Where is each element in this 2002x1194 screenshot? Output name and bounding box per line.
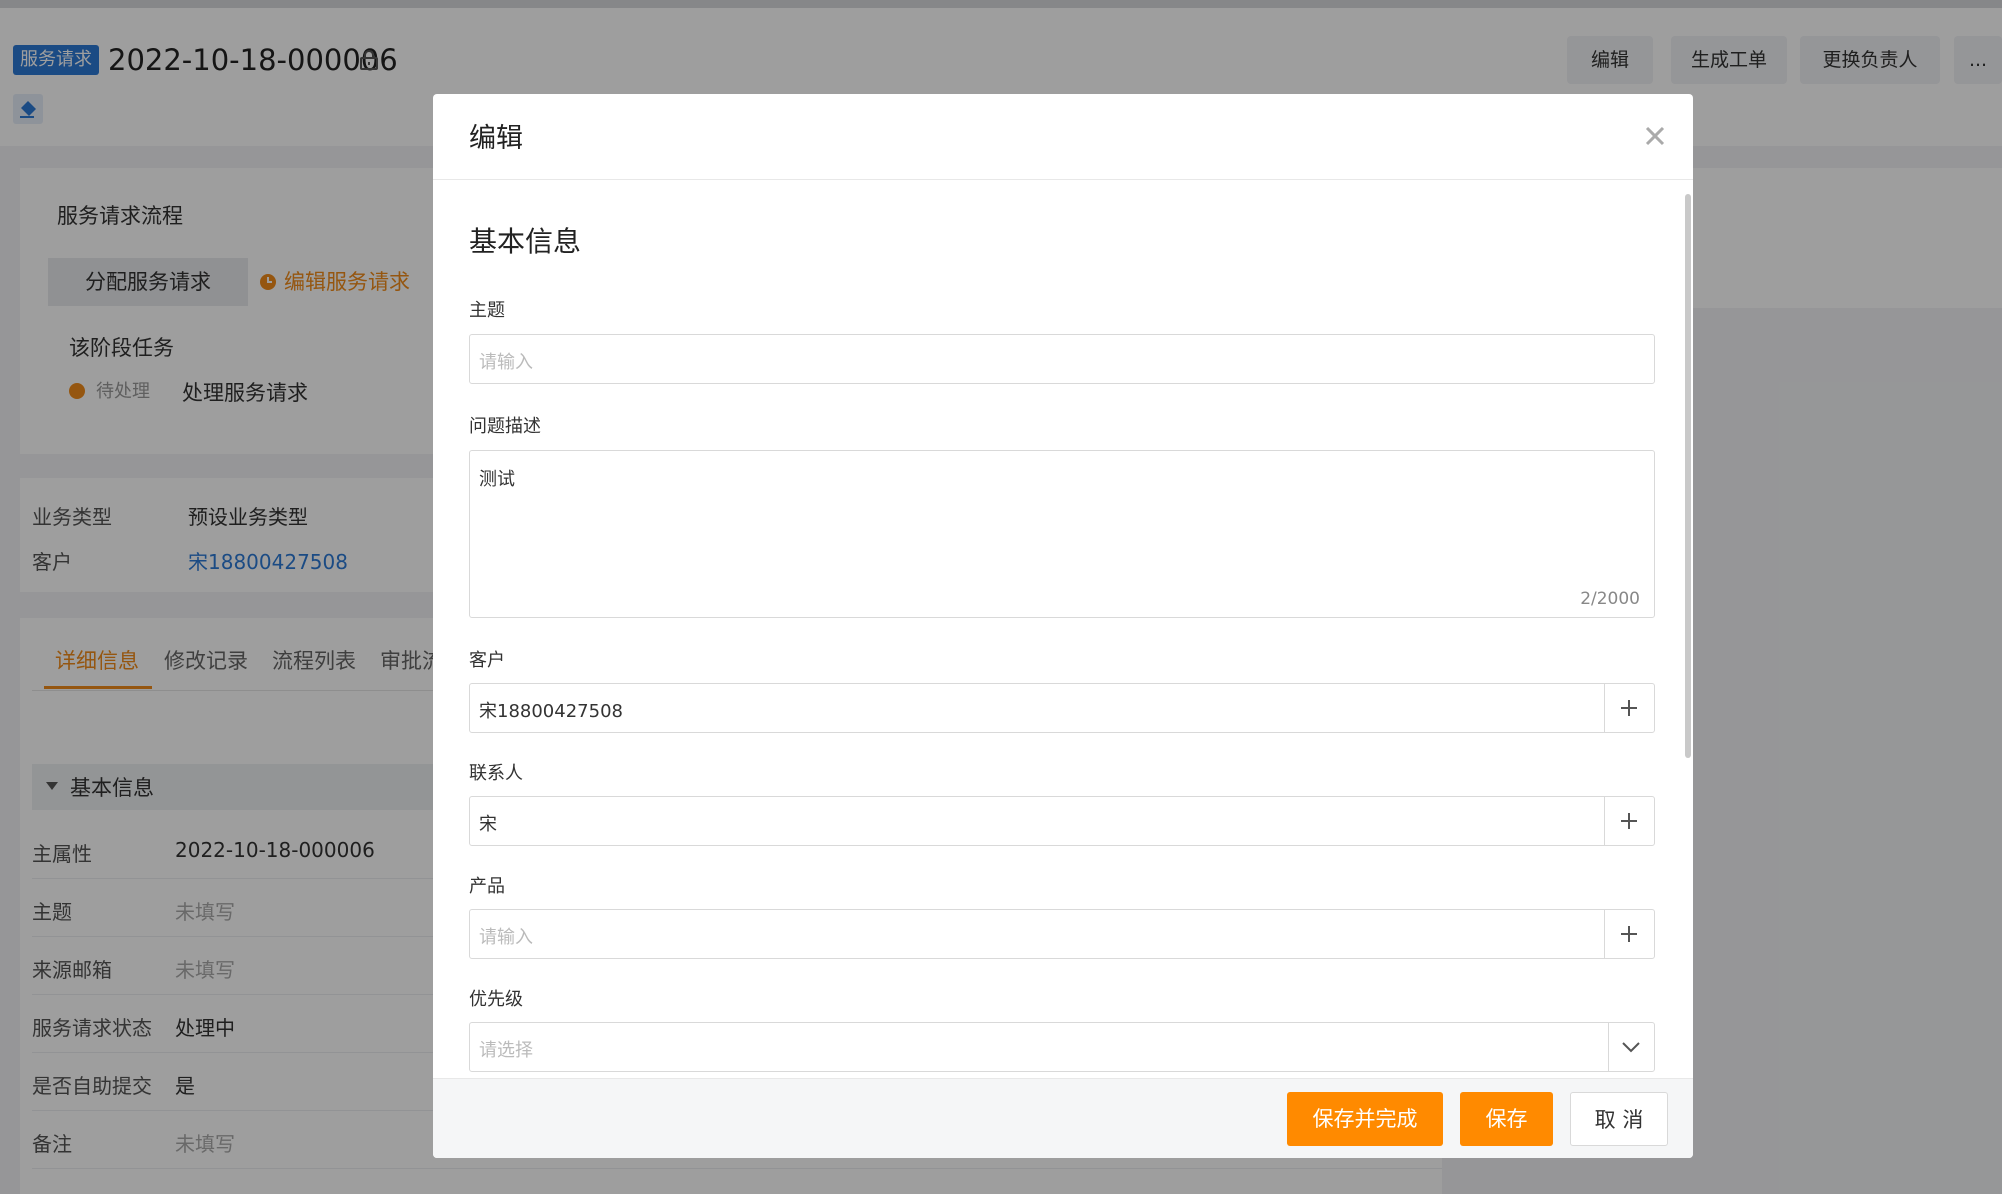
edit-modal: 编辑 基本信息 主题 请输入 问题描述 测试 2/2000 客户 宋188004… <box>433 94 1693 1158</box>
customer-field[interactable]: 宋18800427508 <box>469 683 1655 733</box>
description-value: 测试 <box>479 469 515 490</box>
contact-field[interactable]: 宋 <box>469 796 1655 846</box>
add-contact-button[interactable] <box>1604 797 1654 845</box>
save-and-complete-button[interactable]: 保存并完成 <box>1287 1092 1443 1146</box>
subject-placeholder: 请输入 <box>479 352 533 373</box>
contact-value: 宋 <box>479 814 497 835</box>
cancel-button[interactable]: 取 消 <box>1570 1092 1668 1146</box>
description-textarea[interactable]: 测试 2/2000 <box>469 450 1655 618</box>
priority-placeholder: 请选择 <box>479 1040 533 1061</box>
priority-select[interactable]: 请选择 <box>469 1022 1655 1072</box>
contact-label: 联系人 <box>469 763 523 784</box>
subject-label: 主题 <box>469 300 505 321</box>
modal-scrollbar[interactable] <box>1685 194 1691 758</box>
form-section-title: 基本信息 <box>469 225 582 258</box>
product-field[interactable]: 请输入 <box>469 909 1655 959</box>
subject-input[interactable]: 请输入 <box>469 334 1655 384</box>
description-label: 问题描述 <box>469 416 541 437</box>
product-placeholder: 请输入 <box>479 927 533 948</box>
char-counter: 2/2000 <box>1580 589 1640 609</box>
add-customer-button[interactable] <box>1604 684 1654 732</box>
customer-label: 客户 <box>469 650 505 671</box>
close-icon[interactable] <box>1639 120 1671 152</box>
save-button[interactable]: 保存 <box>1460 1092 1553 1146</box>
chevron-down-icon[interactable] <box>1608 1023 1654 1071</box>
modal-title: 编辑 <box>469 123 523 154</box>
customer-value: 宋18800427508 <box>479 701 623 722</box>
priority-label: 优先级 <box>469 989 523 1010</box>
product-label: 产品 <box>469 876 505 897</box>
modal-header-divider <box>433 179 1693 180</box>
add-product-button[interactable] <box>1604 910 1654 958</box>
